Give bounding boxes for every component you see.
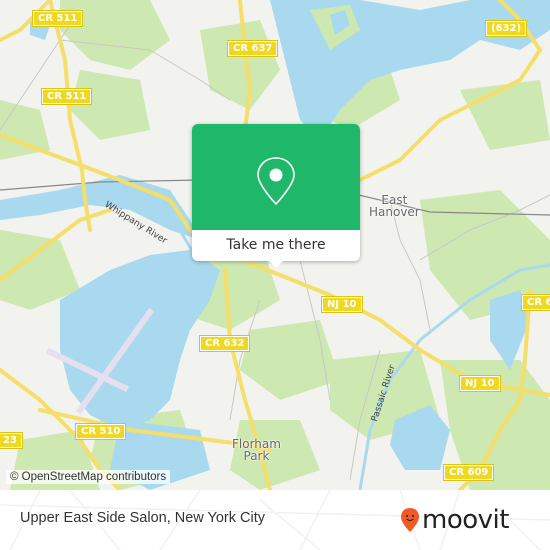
map-pin-icon xyxy=(257,157,295,206)
road-shield: NJ 10 xyxy=(321,296,363,313)
footer: Upper East Side Salon, New York City moo… xyxy=(0,490,550,550)
road-shield: (632) xyxy=(484,20,528,37)
map-attribution[interactable]: © OpenStreetMap contributors xyxy=(6,470,171,484)
road-shield: CR 510 xyxy=(74,423,127,440)
take-me-there-button[interactable]: Take me there xyxy=(192,230,360,261)
moovit-pin-icon xyxy=(401,508,419,532)
popup-pointer xyxy=(268,260,284,268)
map[interactable]: CR 511 CR 511 CR 637 (632) CR 632 CR 510… xyxy=(0,0,550,490)
road-shield: NJ 10 xyxy=(459,375,501,392)
road-shield: CR 609 xyxy=(442,464,495,481)
place-label-east-hanover: East Hanover xyxy=(369,193,420,219)
road-shield: CR 637 xyxy=(226,40,279,57)
popup-header xyxy=(192,124,360,230)
road-shield: CR 511 xyxy=(40,88,93,105)
place-label-florham-park: Florham Park xyxy=(232,437,281,463)
location-popup: Take me there xyxy=(192,124,360,268)
place-title: Upper East Side Salon, New York City xyxy=(20,510,266,526)
road-shield: CR 6 xyxy=(520,294,550,311)
road-shield: CR 511 xyxy=(31,10,84,27)
moovit-wordmark: moovit xyxy=(422,505,509,535)
road-shield: CR 632 xyxy=(198,335,251,352)
road-shield: 23 xyxy=(0,432,23,449)
